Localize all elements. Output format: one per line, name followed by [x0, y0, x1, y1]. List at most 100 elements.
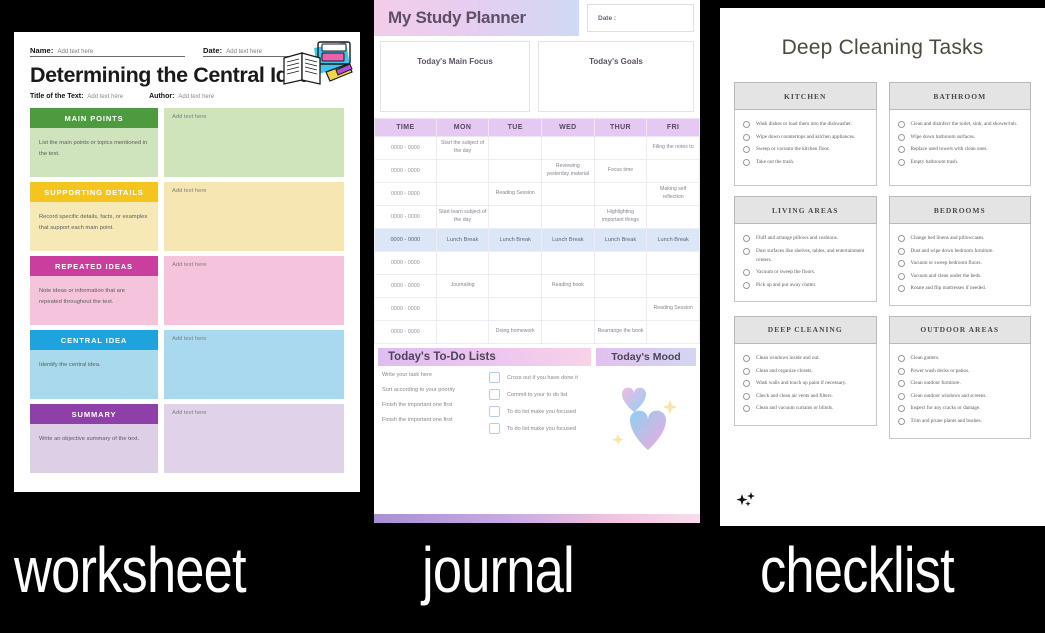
checkbox[interactable]	[489, 423, 500, 434]
checkbox-circle-icon[interactable]	[897, 247, 905, 255]
checklist-item[interactable]: Replace used towels with clean ones.	[897, 145, 1023, 154]
todo-left-line[interactable]: Finish the important one first	[382, 417, 484, 423]
text-title-field[interactable]: Title of the Text: Add text here	[30, 93, 123, 100]
checklist-item[interactable]: Vacuum or sweep the floors.	[743, 268, 868, 277]
timetable-cell[interactable]	[435, 182, 490, 206]
timetable-cell[interactable]	[593, 251, 648, 275]
author-value[interactable]: Add text here	[178, 94, 214, 100]
timetable-cell[interactable]	[593, 274, 648, 298]
checklist-item[interactable]: Clean outdoor furniture.	[897, 379, 1023, 388]
checkbox-circle-icon[interactable]	[743, 269, 750, 277]
todo-check-row[interactable]: To do list make you focused	[489, 423, 591, 434]
timetable-cell[interactable]	[646, 320, 700, 344]
timetable-cell[interactable]	[646, 159, 700, 183]
timetable-cell[interactable]	[541, 136, 595, 160]
checkbox-circle-icon[interactable]	[743, 235, 750, 242]
checkbox[interactable]	[489, 389, 500, 400]
timetable-cell[interactable]	[541, 297, 595, 321]
timetable-cell[interactable]	[488, 159, 543, 183]
timetable-cell[interactable]	[593, 182, 648, 206]
checkbox-circle-icon[interactable]	[897, 405, 905, 413]
worksheet-answer-field[interactable]: Add text here	[164, 182, 344, 251]
todo-check-row[interactable]: Commit to your to do list	[489, 389, 591, 400]
checkbox-circle-icon[interactable]	[743, 354, 750, 362]
timetable-cell[interactable]	[488, 136, 543, 160]
text-title-value[interactable]: Add text here	[87, 94, 123, 100]
timetable-cell[interactable]	[593, 297, 648, 321]
checklist-item[interactable]: Vacuum and clean under the beds.	[897, 272, 1023, 281]
checklist-item[interactable]: Dust surfaces like shelves, tables, and …	[743, 247, 868, 265]
checkbox-circle-icon[interactable]	[897, 392, 905, 400]
checkbox-circle-icon[interactable]	[897, 380, 905, 388]
checkbox-circle-icon[interactable]	[897, 417, 905, 425]
timetable-cell[interactable]: Lunch Break	[435, 228, 490, 252]
checklist-page[interactable]: Deep Cleaning Tasks KITCHEN Wash dishes o…	[720, 8, 1045, 526]
timetable-cell[interactable]	[488, 274, 543, 298]
todo-check-row[interactable]: Cross out if you have done it	[489, 372, 591, 383]
timetable-cell[interactable]	[488, 297, 543, 321]
timetable-cell[interactable]: Reading Session	[646, 297, 700, 321]
checklist-item[interactable]: Wash walls and touch up paint if necessa…	[743, 379, 868, 388]
worksheet-answer-field[interactable]: Add text here	[164, 404, 344, 473]
checkbox-circle-icon[interactable]	[743, 133, 750, 141]
checklist-item[interactable]: Dust and wipe down bedroom furniture.	[897, 247, 1023, 256]
timetable-cell[interactable]	[435, 251, 490, 275]
checklist-item[interactable]: Power wash decks or patios.	[897, 367, 1023, 376]
todo-left-line[interactable]: Write your task here	[382, 372, 484, 378]
timetable-cell[interactable]	[541, 182, 595, 206]
timetable-cell[interactable]	[646, 251, 700, 275]
checkbox-circle-icon[interactable]	[743, 121, 750, 128]
todo-check-row[interactable]: To do list make you focused	[489, 406, 591, 417]
mood-column[interactable]	[596, 372, 696, 467]
checklist-item[interactable]: Inspect for any cracks or damage.	[897, 404, 1023, 413]
author-field[interactable]: Author: Add text here	[149, 93, 214, 100]
checkbox-circle-icon[interactable]	[743, 281, 750, 289]
timetable-cell[interactable]: Rearrange the book	[593, 320, 648, 344]
timetable-cell[interactable]	[488, 251, 543, 275]
checkbox-circle-icon[interactable]	[743, 380, 750, 388]
checkbox-circle-icon[interactable]	[897, 367, 905, 375]
todo-left-line[interactable]: Finish the important one first	[382, 402, 484, 408]
checkbox-circle-icon[interactable]	[897, 146, 905, 154]
timetable-cell[interactable]: Lunch Break	[541, 228, 595, 252]
checklist-item[interactable]: Clean windows inside and out.	[743, 354, 868, 363]
checklist-item[interactable]: Clean outdoor windows and screens.	[897, 392, 1023, 401]
checklist-item[interactable]: Vacuum or sweep bedroom floors.	[897, 259, 1023, 268]
timetable-cell[interactable]: Lunch Break	[488, 228, 543, 252]
checkbox[interactable]	[489, 406, 500, 417]
timetable-cell[interactable]	[541, 251, 595, 275]
checkbox-circle-icon[interactable]	[897, 133, 905, 141]
timetable-cell[interactable]: Doing homework	[488, 320, 543, 344]
worksheet-answer-field[interactable]: Add text here	[164, 330, 344, 399]
timetable-cell[interactable]: Focus time	[593, 159, 648, 183]
timetable-cell[interactable]: Reviewing yesterday material	[541, 159, 595, 183]
checklist-item[interactable]: Check and clean air vents and filters.	[743, 392, 868, 401]
timetable-cell[interactable]: Journaling	[435, 274, 490, 298]
worksheet-answer-field[interactable]: Add text here	[164, 108, 344, 177]
journal-page[interactable]: My Study Planner Date : Today's Main Foc…	[374, 0, 700, 523]
checkbox-circle-icon[interactable]	[897, 235, 905, 242]
checkbox-circle-icon[interactable]	[743, 247, 750, 255]
checkbox-circle-icon[interactable]	[743, 146, 750, 154]
timetable-cell[interactable]	[646, 274, 700, 298]
checklist-item[interactable]: Pick up and put away clutter.	[743, 281, 868, 290]
timetable-cell[interactable]: Start learn subject of the day	[435, 205, 490, 229]
checkbox-circle-icon[interactable]	[743, 405, 750, 413]
timetable-cell[interactable]: Highlighting important things	[593, 205, 648, 229]
timetable-cell[interactable]: Making self reflection	[646, 182, 700, 206]
timetable-cell[interactable]	[435, 159, 490, 183]
timetable-cell[interactable]	[541, 205, 595, 229]
checklist-item[interactable]: Fluff and arrange pillows and cushions.	[743, 234, 868, 243]
checkbox-circle-icon[interactable]	[897, 121, 905, 128]
checklist-item[interactable]: Trim and prune plants and bushes.	[897, 417, 1023, 426]
checklist-item[interactable]: Clean gutters.	[897, 354, 1023, 363]
timetable-cell[interactable]	[541, 320, 595, 344]
timetable-cell[interactable]	[646, 205, 700, 229]
journal-date-field[interactable]: Date :	[587, 4, 694, 32]
checklist-item[interactable]: Wash dishes or load them into the dishwa…	[743, 120, 868, 129]
checklist-item[interactable]: Wipe down bathroom surfaces.	[897, 133, 1023, 142]
todo-left-line[interactable]: Sort according to your priority	[382, 387, 484, 393]
timetable-cell[interactable]	[593, 136, 648, 160]
timetable-cell[interactable]: Filing the notes to	[646, 136, 700, 160]
checklist-item[interactable]: Rotate and flip mattresses if needed.	[897, 284, 1023, 293]
